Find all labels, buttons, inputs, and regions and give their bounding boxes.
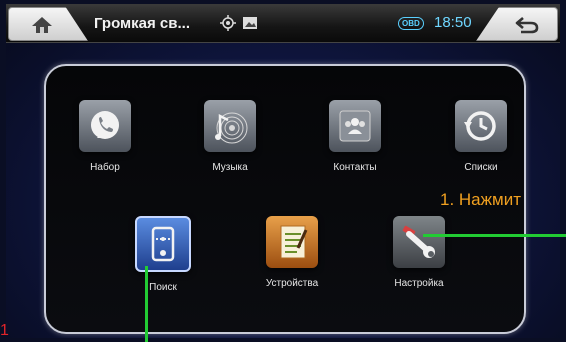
home-icon [32,17,52,33]
app-label: Набор [90,162,120,173]
app-devices[interactable]: Устройства [247,216,337,289]
app-label: Музыка [212,162,248,173]
clock: 18:50 [434,14,472,31]
devices-icon [266,216,318,268]
step-marker: 1 [0,322,9,339]
page-title: Громкая св... [94,15,190,32]
app-label: Списки [464,162,498,173]
history-icon [455,100,507,152]
location-icon [220,15,236,31]
app-call-history[interactable]: Списки [436,100,526,173]
app-label: Поиск [149,282,177,293]
app-search[interactable]: Поиск [118,216,208,293]
app-label: Контакты [333,162,377,173]
app-label: Устройства [265,278,319,289]
instruction-annotation: 1. Нажмит [440,190,521,209]
home-button[interactable] [8,7,88,41]
contacts-icon [329,100,381,152]
app-dialer[interactable]: Набор [60,100,150,173]
status-bar: Громкая св... OBD 18:50 [6,4,560,43]
music-icon [204,100,256,152]
back-arrow-icon [515,17,539,34]
pointer-line-search [145,266,148,342]
back-button[interactable] [476,7,558,41]
app-label: Настройка [394,278,444,289]
app-settings[interactable]: Настройка [374,216,464,289]
pointer-line-settings [423,234,566,237]
obd-badge: OBD [398,17,424,30]
app-music[interactable]: Музыка [185,100,275,173]
app-contacts[interactable]: Контакты [310,100,400,173]
bluetooth-search-icon [135,216,191,272]
phone-icon [79,100,131,152]
picture-icon [243,17,257,29]
head-unit-screen: Громкая св... OBD 18:50 Набор Музыка Кон… [6,4,560,338]
settings-icon [393,216,445,268]
